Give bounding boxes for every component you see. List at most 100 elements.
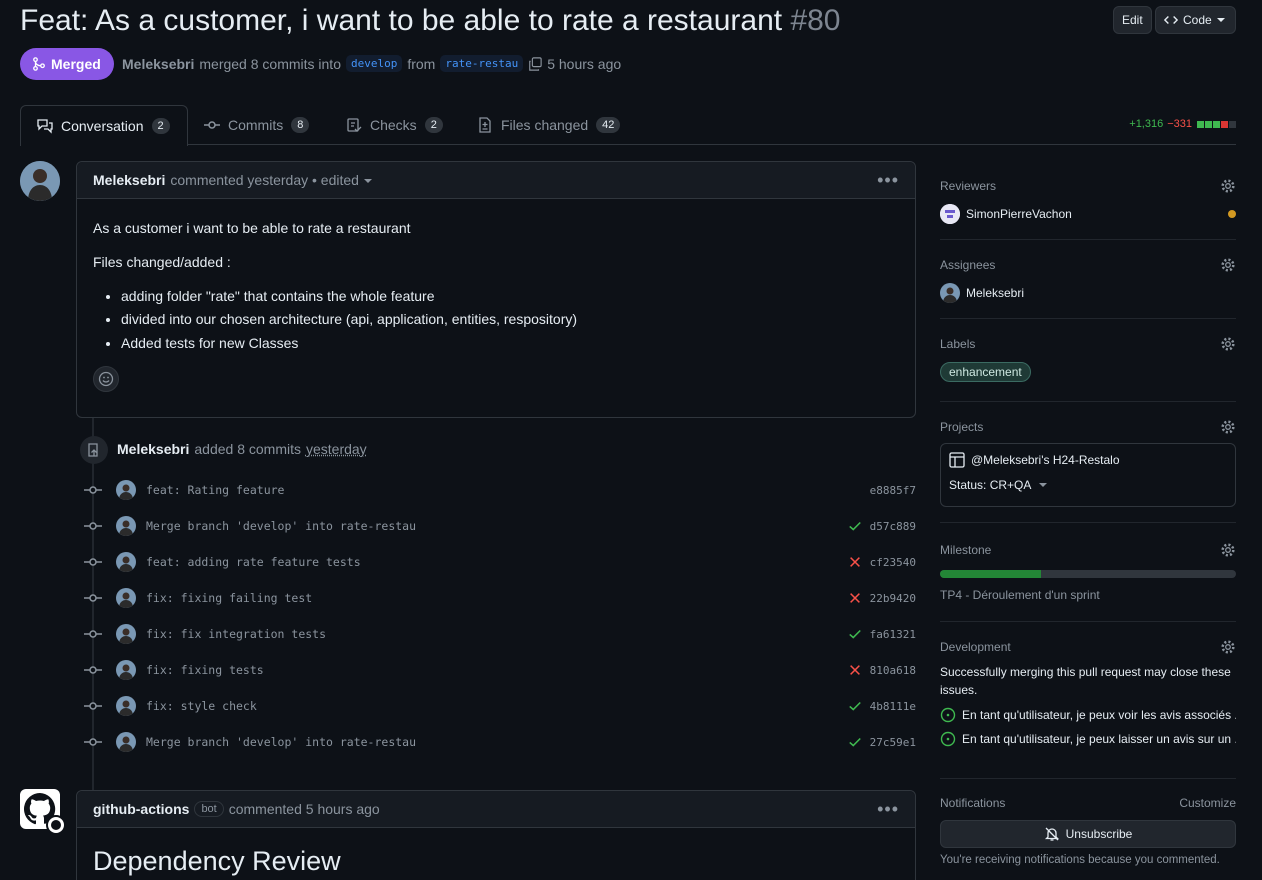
commit-message[interactable]: feat: Rating feature [146,483,284,497]
add-reaction-button[interactable] [93,365,119,392]
edit-button[interactable]: Edit [1113,6,1152,34]
assignee-name[interactable]: Meleksebri [966,286,1024,300]
base-branch[interactable]: develop [345,55,403,72]
head-branch[interactable]: rate-restau [440,55,524,72]
x-icon[interactable] [848,663,862,677]
project-name[interactable]: @Meleksebri's H24-Restalo [971,453,1120,467]
avatar[interactable] [116,624,136,644]
commit-sha[interactable]: 810a618 [868,664,916,677]
linked-issue[interactable]: En tant qu'utilisateur, je peux laisser … [962,732,1236,746]
commit-row[interactable]: fix: fixing failing test 22b9420 [84,580,916,616]
checklist-icon [346,117,362,133]
milestone-name[interactable]: TP4 - Déroulement d'un sprint [940,588,1236,602]
avatar[interactable] [116,552,136,572]
code-button[interactable]: Code [1155,6,1236,34]
bell-slash-icon [1044,826,1060,842]
comment-author[interactable]: github-actions [93,801,189,817]
commit-message[interactable]: feat: adding rate feature tests [146,555,361,569]
tab-commits[interactable]: Commits 8 [188,105,325,145]
commit-row[interactable]: Merge branch 'develop' into rate-restau 2… [84,724,916,760]
commit-sha[interactable]: e8885f7 [868,484,916,497]
avatar[interactable] [116,516,136,536]
check-icon[interactable] [848,735,862,749]
event-time[interactable]: yesterday [306,441,367,457]
commit-row[interactable]: fix: style check 4b8111e [84,688,916,724]
project-card[interactable]: @Meleksebri's H24-Restalo Status: CR+QA [940,443,1236,507]
copy-icon[interactable] [528,56,542,71]
merge-time: 5 hours ago [547,55,622,72]
comment-action[interactable]: commented yesterday • edited [170,172,359,188]
tab-conversation[interactable]: Conversation 2 [20,105,188,146]
commit-message[interactable]: Merge branch 'develop' into rate-restau [146,735,416,749]
commit-sha[interactable]: cf23540 [868,556,916,569]
tab-checks[interactable]: Checks 2 [330,105,459,145]
commit-row[interactable]: Merge branch 'develop' into rate-restau d… [84,508,916,544]
gear-icon[interactable] [1220,178,1236,194]
commit-message[interactable]: fix: fix integration tests [146,627,326,641]
issue-open-icon [940,731,956,747]
unsubscribe-button[interactable]: Unsubscribe [940,820,1236,848]
tab-files-changed-count: 42 [596,117,621,133]
commit-row[interactable]: feat: adding rate feature tests cf23540 [84,544,916,580]
projects-title: Projects [940,420,984,434]
kebab-menu-icon[interactable]: ••• [877,170,899,191]
customize-link[interactable]: Customize [1179,796,1236,810]
avatar[interactable] [116,660,136,680]
reviewer-name[interactable]: SimonPierreVachon [966,207,1072,221]
commits-event: Meleksebri added 8 commits yesterday [117,441,367,457]
avatar[interactable] [116,588,136,608]
git-commit-icon [84,481,102,499]
notification-note: You're receiving notifications because y… [940,854,1220,866]
commit-message[interactable]: fix: fixing tests [146,663,264,677]
avatar[interactable] [20,161,60,201]
commit-sha[interactable]: 4b8111e [868,700,916,713]
check-icon[interactable] [848,627,862,641]
notifications-title: Notifications [940,796,1006,810]
check-icon[interactable] [848,519,862,533]
merge-author[interactable]: Meleksebri [122,56,194,72]
gear-icon[interactable] [1220,542,1236,558]
kebab-menu-icon[interactable]: ••• [877,799,899,820]
commit-row[interactable]: fix: fixing tests 810a618 [84,652,916,688]
gear-icon[interactable] [1220,639,1236,655]
avatar[interactable] [940,204,960,224]
commit-row[interactable]: fix: fix integration tests fa61321 [84,616,916,652]
git-commit-icon [84,589,102,607]
code-button-label: Code [1183,13,1212,27]
pending-review-dot [1228,210,1236,218]
commit-message[interactable]: fix: style check [146,699,257,713]
gear-icon[interactable] [1220,336,1236,352]
avatar[interactable] [116,480,136,500]
merged-label: Merged [51,56,101,72]
avatar[interactable] [116,732,136,752]
avatar[interactable] [940,283,960,303]
x-icon[interactable] [848,555,862,569]
project-status-select[interactable]: Status: CR+QA [949,478,1227,492]
comment-body: As a customer i want to be able to rate … [77,199,915,410]
gear-icon[interactable] [1220,419,1236,435]
x-icon[interactable] [848,591,862,605]
commit-message[interactable]: Merge branch 'develop' into rate-restau [146,519,416,533]
comment-author[interactable]: Meleksebri [93,172,165,188]
commit-sha[interactable]: fa61321 [868,628,916,641]
commit-sha[interactable]: d57c889 [868,520,916,533]
commit-row[interactable]: feat: Rating feature e8885f7 [84,472,916,508]
development-text: Successfully merging this pull request m… [940,665,1231,697]
commit-sha[interactable]: 22b9420 [868,592,916,605]
commit-message[interactable]: fix: fixing failing test [146,591,312,605]
label-badge[interactable]: enhancement [940,362,1031,382]
merge-icon [32,57,46,71]
sidebar-projects: Projects @Meleksebri's H24-Restalo Statu… [940,411,1236,523]
check-icon[interactable] [848,699,862,713]
avatar[interactable] [116,696,136,716]
event-author[interactable]: Meleksebri [117,441,189,457]
caret-down-icon[interactable] [363,176,372,184]
git-commit-icon [84,517,102,535]
tab-files-changed[interactable]: Files changed 42 [461,105,636,145]
comment-action[interactable]: commented 5 hours ago [229,801,380,817]
merged-badge: Merged [20,48,114,80]
assignees-title: Assignees [940,258,996,272]
gear-icon[interactable] [1220,257,1236,273]
linked-issue[interactable]: En tant qu'utilisateur, je peux voir les… [962,708,1236,722]
commit-sha[interactable]: 27c59e1 [868,736,916,749]
